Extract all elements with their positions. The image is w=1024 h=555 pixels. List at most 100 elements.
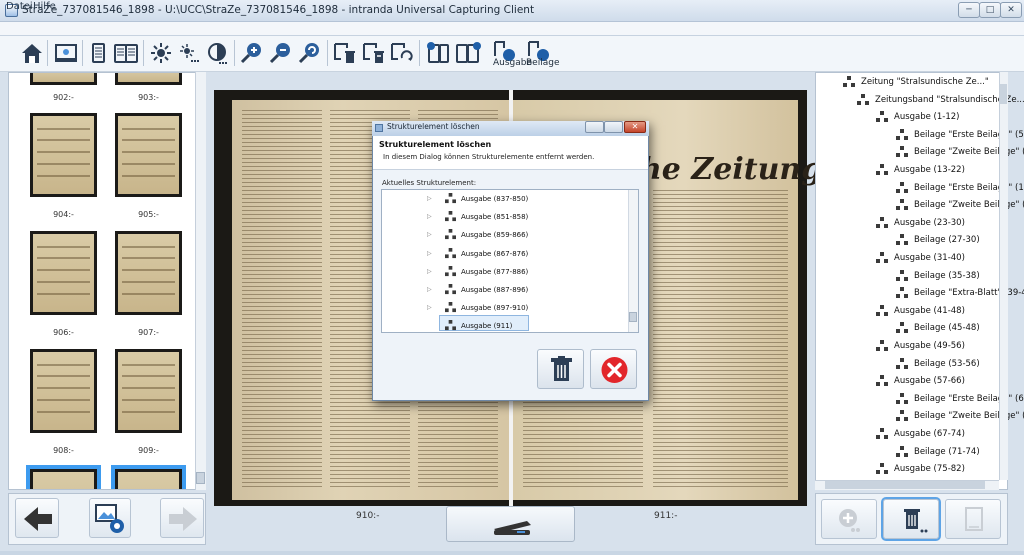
- tree-item-label: Ausgabe (31-40): [894, 253, 965, 263]
- tree-item-label: Ausgabe (67-74): [894, 429, 965, 439]
- beilage-label: Beilage: [526, 58, 560, 68]
- toolbar-separator: [47, 40, 48, 66]
- dialog-list-item-label: Ausgabe (877-886): [461, 267, 529, 276]
- tree-item-label: Ausgabe (75-82): [894, 464, 965, 475]
- toolbar-separator: [327, 40, 328, 66]
- structure-node-icon: [876, 252, 888, 263]
- close-window-button[interactable]: ✕: [1000, 2, 1022, 18]
- trash-icon: [904, 509, 928, 533]
- zoom-out-icon[interactable]: [267, 39, 295, 67]
- delete-left-page-icon[interactable]: [331, 39, 359, 67]
- current-element-label: Aktuelles Strukturelement:: [382, 179, 477, 187]
- next-page-button[interactable]: [160, 498, 204, 538]
- thumbnail[interactable]: [30, 231, 97, 315]
- menu-datei[interactable]: Datei: [6, 1, 33, 12]
- arrow-right-icon: [169, 507, 197, 531]
- tree-item-label: Zeitung "Stralsundische Ze...": [861, 77, 989, 87]
- brightness-icon[interactable]: [147, 39, 175, 67]
- dialog-heading: Strukturelement löschen: [379, 140, 492, 149]
- dialog-list-item-label: Ausgabe (897-910): [461, 304, 529, 313]
- scan-button[interactable]: [446, 506, 575, 542]
- structure-node-icon: [445, 247, 456, 258]
- thumbnail[interactable]: [115, 73, 182, 85]
- menu-hilfe[interactable]: Hilfe: [33, 1, 56, 12]
- expand-arrow-icon[interactable]: ▷: [427, 210, 432, 224]
- zoom-in-icon[interactable]: [238, 39, 266, 67]
- tree-vertical-scrollbar-thumb[interactable]: [1000, 84, 1007, 104]
- dim-brightness-icon[interactable]: [175, 39, 203, 67]
- confirm-delete-button[interactable]: [537, 349, 584, 389]
- structure-node-icon: [876, 375, 888, 387]
- tree-horizontal-scrollbar-thumb[interactable]: [825, 481, 985, 489]
- dialog-close-button[interactable]: ✕: [624, 121, 646, 133]
- thumbnail-selected[interactable]: [111, 465, 186, 489]
- previous-page-button[interactable]: [15, 498, 59, 538]
- structure-node-icon: [445, 193, 456, 204]
- structure-node-icon: [876, 463, 888, 475]
- monitor-preview-icon[interactable]: [52, 39, 80, 67]
- dialog-minimize-button[interactable]: [585, 121, 604, 133]
- dialog-title: Strukturelement löschen: [387, 122, 480, 131]
- expand-arrow-icon[interactable]: ▷: [427, 283, 432, 297]
- structure-node-icon: [896, 199, 908, 211]
- structure-node-icon: [857, 93, 869, 105]
- dialog-maximize-button[interactable]: [604, 121, 623, 133]
- expand-arrow-icon[interactable]: ▷: [427, 301, 432, 315]
- thumbnail[interactable]: [30, 73, 97, 85]
- thumbnail[interactable]: [30, 349, 97, 433]
- thumbnail[interactable]: [30, 113, 97, 197]
- structure-node-icon: [876, 111, 888, 123]
- toolbar-separator: [234, 40, 235, 66]
- status-strip: [0, 551, 1024, 555]
- dialog-list-scrollbar[interactable]: [628, 190, 638, 332]
- thumbnail-caption: 904:-: [53, 210, 74, 219]
- structure-node-icon: [896, 146, 908, 158]
- dialog-list-item-label: Ausgabe (859-866): [461, 231, 529, 240]
- cancel-button[interactable]: [590, 349, 637, 389]
- image-settings-button[interactable]: [89, 498, 131, 538]
- image-settings-icon: [95, 504, 124, 533]
- thumbnail[interactable]: [115, 113, 182, 197]
- thumbnail-scrollbar-thumb[interactable]: [196, 472, 205, 484]
- structure-node-icon: [876, 304, 888, 316]
- delete-structure-button[interactable]: [881, 497, 941, 541]
- window-title: StraZe_737081546_1898 - U:\UCC\StraZe_73…: [22, 4, 535, 16]
- thumbnail[interactable]: [115, 349, 182, 433]
- structure-node-icon: [896, 287, 908, 299]
- tree-vertical-scrollbar[interactable]: [999, 72, 1008, 480]
- thumbnail-selected[interactable]: [26, 465, 101, 489]
- maximize-button[interactable]: □: [979, 2, 1001, 18]
- structure-node-icon: [896, 392, 908, 404]
- single-page-icon[interactable]: [84, 39, 112, 67]
- add-structure-button[interactable]: [821, 499, 877, 539]
- add-structure-both-icon[interactable]: [453, 39, 481, 67]
- zoom-reset-icon[interactable]: [296, 39, 324, 67]
- double-page-icon[interactable]: [112, 39, 140, 67]
- contrast-icon[interactable]: [203, 39, 231, 67]
- expand-arrow-icon[interactable]: ▷: [427, 265, 432, 279]
- home-icon[interactable]: [18, 39, 46, 67]
- delete-right-page-icon[interactable]: [360, 39, 388, 67]
- expand-arrow-icon[interactable]: ▷: [427, 247, 432, 261]
- dialog-list-scrollbar-thumb[interactable]: [629, 312, 637, 322]
- structure-node-icon: [445, 302, 456, 313]
- rescan-page-icon[interactable]: [388, 39, 416, 67]
- thumbnail-caption: 908:-: [53, 446, 74, 455]
- tree-item-label: Ausgabe (23-30): [894, 217, 965, 228]
- tree-item-label: Beilage (27-30): [914, 235, 980, 246]
- minimize-button[interactable]: ─: [958, 2, 980, 18]
- dialog-list-item-label: Ausgabe (837-850): [461, 195, 529, 203]
- thumbnail-caption: 906:-: [53, 328, 74, 337]
- structure-node-icon: [876, 216, 888, 228]
- page-properties-button[interactable]: [945, 499, 1001, 539]
- thumbnail[interactable]: [115, 231, 182, 315]
- thumbnail-caption: 902:-: [53, 93, 74, 102]
- add-structure-left-icon[interactable]: [424, 39, 452, 67]
- thumbnail-caption: 909:-: [138, 446, 159, 455]
- expand-arrow-icon[interactable]: ▷: [427, 228, 432, 242]
- tree-item-label: Ausgabe (1-12): [894, 112, 960, 123]
- structure-node-icon: [896, 269, 908, 281]
- thumbnail-scrollbar[interactable]: [195, 72, 206, 490]
- toolbar-separator: [82, 40, 83, 66]
- expand-arrow-icon[interactable]: ▷: [427, 192, 432, 206]
